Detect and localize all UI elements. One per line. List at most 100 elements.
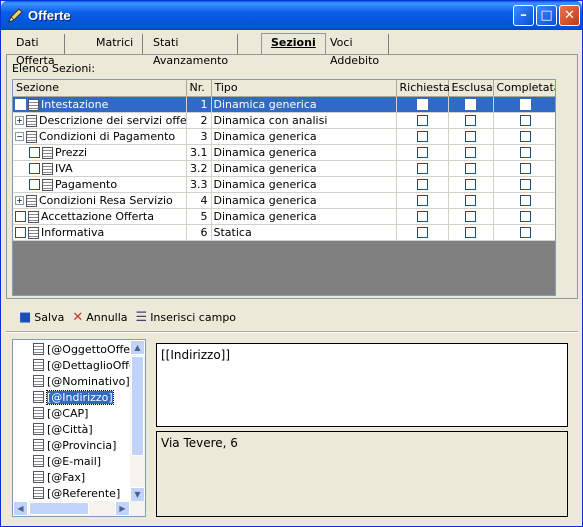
scroll-thumb[interactable] bbox=[29, 502, 89, 515]
table-row[interactable]: IVA 3.2 Dinamica generica bbox=[13, 160, 555, 177]
completata-checkbox[interactable] bbox=[519, 131, 531, 142]
completata-checkbox[interactable] bbox=[519, 211, 531, 222]
field-label: [@Fax] bbox=[47, 470, 86, 484]
richiesta-checkbox[interactable] bbox=[416, 211, 428, 222]
tree-item[interactable]: [@DettaglioOfferta] bbox=[31, 357, 145, 373]
scroll-up-icon[interactable]: ▲ bbox=[130, 340, 145, 355]
sections-grid[interactable]: Sezione Nr. Tipo Richiesta Esclusa Compl… bbox=[12, 79, 556, 296]
insert-field-button[interactable]: ☰ Inserisci campo bbox=[136, 310, 237, 325]
tree-item[interactable]: [@Provincia] bbox=[31, 437, 116, 453]
table-row[interactable]: Informativa 6 Statica bbox=[13, 224, 555, 241]
tree-item[interactable]: [@Fax] bbox=[31, 469, 85, 485]
minimize-button[interactable]: – bbox=[513, 5, 534, 26]
document-icon bbox=[26, 114, 37, 127]
divider bbox=[6, 331, 578, 333]
section-name: Condizioni di Pagamento bbox=[39, 129, 176, 143]
row-checkbox[interactable] bbox=[15, 227, 26, 238]
table-row[interactable]: Prezzi 3.1 Dinamica generica bbox=[13, 144, 555, 161]
tab-stati-avanzamento[interactable]: Stati Avanzamento bbox=[144, 34, 239, 67]
esclusa-checkbox[interactable] bbox=[465, 227, 476, 238]
completata-checkbox[interactable] bbox=[519, 227, 531, 238]
esclusa-checkbox[interactable] bbox=[465, 211, 476, 222]
esclusa-checkbox[interactable] bbox=[465, 195, 476, 206]
scroll-down-icon[interactable]: ▼ bbox=[130, 487, 145, 502]
table-row[interactable]: + Descrizione dei servizi offerti 2 Dinam… bbox=[13, 112, 555, 129]
col-esclusa[interactable]: Esclusa bbox=[448, 80, 494, 97]
esclusa-checkbox[interactable] bbox=[465, 99, 476, 110]
richiesta-checkbox[interactable] bbox=[416, 163, 428, 174]
section-nr: 5 bbox=[186, 208, 212, 225]
richiesta-checkbox[interactable] bbox=[416, 147, 428, 158]
richiesta-checkbox[interactable] bbox=[416, 131, 428, 142]
tab-voci-addebito[interactable]: Voci Addebito bbox=[321, 34, 390, 67]
field-icon bbox=[33, 471, 44, 483]
tree-item[interactable]: [@E-mail] bbox=[31, 453, 101, 469]
pencil-icon bbox=[8, 8, 23, 23]
esclusa-checkbox[interactable] bbox=[465, 131, 476, 142]
tree-vertical-scrollbar[interactable]: ▲ ▼ bbox=[130, 340, 145, 502]
cancel-button[interactable]: ✕ Annulla bbox=[72, 310, 127, 325]
row-checkbox[interactable] bbox=[15, 211, 26, 222]
row-checkbox[interactable] bbox=[15, 99, 26, 110]
completata-checkbox[interactable] bbox=[519, 115, 531, 126]
tree-horizontal-scrollbar[interactable]: ◀ ▶ bbox=[13, 501, 145, 516]
col-tipo[interactable]: Tipo bbox=[211, 80, 397, 97]
table-row[interactable]: + Condizioni Resa Servizio 4 Dinamica gen… bbox=[13, 192, 555, 209]
col-richiesta[interactable]: Richiesta bbox=[396, 80, 450, 97]
scroll-left-icon[interactable]: ◀ bbox=[13, 501, 28, 516]
col-completata[interactable]: Completata bbox=[493, 80, 555, 97]
table-row[interactable]: Intestazione 1 Dinamica generica bbox=[13, 96, 555, 113]
section-tipo: Dinamica generica bbox=[211, 192, 397, 209]
table-row[interactable]: − Condizioni di Pagamento 3 Dinamica gene… bbox=[13, 128, 555, 145]
richiesta-checkbox[interactable] bbox=[416, 195, 428, 206]
list-icon: ☰ bbox=[135, 309, 148, 325]
tree-item[interactable]: [@Indirizzo] bbox=[31, 389, 114, 405]
close-button[interactable]: ✕ bbox=[559, 5, 580, 26]
richiesta-checkbox[interactable] bbox=[416, 179, 428, 190]
close-icon: ✕ bbox=[564, 8, 575, 23]
completata-checkbox[interactable] bbox=[519, 99, 531, 110]
esclusa-checkbox[interactable] bbox=[465, 163, 476, 174]
save-label: Salva bbox=[34, 310, 65, 324]
expand-icon[interactable]: + bbox=[15, 116, 24, 125]
document-icon bbox=[28, 210, 39, 223]
richiesta-checkbox[interactable] bbox=[416, 99, 428, 110]
scroll-thumb[interactable] bbox=[131, 356, 144, 456]
save-button[interactable]: ■ Salva bbox=[19, 310, 64, 325]
col-nr[interactable]: Nr. bbox=[186, 80, 212, 97]
section-name: Pagamento bbox=[55, 177, 118, 191]
splitter[interactable] bbox=[149, 339, 154, 519]
tree-item[interactable]: [@OggettoOfferta] bbox=[31, 341, 145, 357]
richiesta-checkbox[interactable] bbox=[416, 227, 428, 238]
tab-dati-offerta[interactable]: Dati Offerta bbox=[7, 34, 65, 67]
tab-sezioni[interactable]: Sezioni bbox=[261, 33, 326, 55]
tree-item[interactable]: [@CAP] bbox=[31, 405, 88, 421]
table-row[interactable]: Pagamento 3.3 Dinamica generica bbox=[13, 176, 555, 193]
section-name: Prezzi bbox=[55, 145, 88, 159]
completata-checkbox[interactable] bbox=[519, 147, 531, 158]
row-checkbox[interactable] bbox=[29, 147, 40, 158]
maximize-button[interactable]: □ bbox=[536, 5, 557, 26]
table-row[interactable]: Accettazione Offerta 5 Dinamica generica bbox=[13, 208, 555, 225]
esclusa-checkbox[interactable] bbox=[465, 115, 476, 126]
esclusa-checkbox[interactable] bbox=[465, 179, 476, 190]
tree-item[interactable]: [@Nominativo] bbox=[31, 373, 130, 389]
maximize-icon: □ bbox=[540, 8, 553, 23]
row-checkbox[interactable] bbox=[29, 179, 40, 190]
row-checkbox[interactable] bbox=[29, 163, 40, 174]
completata-checkbox[interactable] bbox=[519, 195, 531, 206]
tree-item[interactable]: [@Referente] bbox=[31, 485, 120, 501]
window-title: Offerte bbox=[28, 8, 71, 23]
completata-checkbox[interactable] bbox=[519, 179, 531, 190]
template-editor[interactable]: [[Indirizzo]] bbox=[156, 343, 568, 427]
completata-checkbox[interactable] bbox=[519, 163, 531, 174]
scroll-right-icon[interactable]: ▶ bbox=[115, 501, 130, 516]
richiesta-checkbox[interactable] bbox=[416, 115, 428, 126]
collapse-icon[interactable]: − bbox=[15, 132, 24, 141]
expand-icon[interactable]: + bbox=[15, 196, 24, 205]
tree-item[interactable]: [@Città] bbox=[31, 421, 93, 437]
fields-tree[interactable]: [@OggettoOfferta] [@DettaglioOfferta] [@… bbox=[12, 339, 146, 517]
col-sezione[interactable]: Sezione bbox=[13, 80, 187, 97]
tab-matrici[interactable]: Matrici bbox=[87, 34, 144, 54]
esclusa-checkbox[interactable] bbox=[465, 147, 476, 158]
